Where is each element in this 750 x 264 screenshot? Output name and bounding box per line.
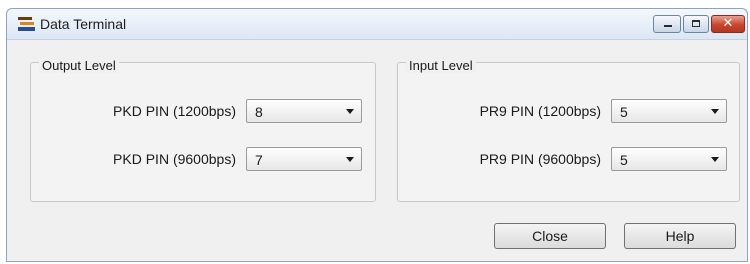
- dropdown-arrow-icon: [711, 109, 719, 114]
- pkd-pin-9600-label: PKD PIN (9600bps): [113, 151, 236, 167]
- pr9-pin-1200-label: PR9 PIN (1200bps): [479, 103, 601, 119]
- output-level-group: [30, 62, 376, 202]
- pkd-pin-1200-select[interactable]: 8: [246, 99, 362, 123]
- input-level-group: [397, 62, 740, 202]
- dropdown-arrow-icon: [346, 109, 354, 114]
- maximize-button[interactable]: [683, 15, 709, 33]
- pkd-pin-1200-value: 8: [255, 104, 263, 120]
- pkd-pin-9600-value: 7: [255, 152, 263, 168]
- minimize-button[interactable]: [653, 15, 681, 33]
- close-icon: ✕: [722, 15, 734, 30]
- input-level-legend: Input Level: [406, 58, 476, 73]
- dropdown-arrow-icon: [346, 157, 354, 162]
- pr9-pin-9600-label: PR9 PIN (9600bps): [479, 151, 601, 167]
- app-icon: [18, 17, 36, 31]
- pr9-pin-9600-value: 5: [620, 152, 628, 168]
- pr9-pin-9600-select[interactable]: 5: [611, 147, 727, 171]
- pkd-pin-1200-label: PKD PIN (1200bps): [113, 103, 236, 119]
- maximize-icon: [692, 20, 700, 27]
- window-title: Data Terminal: [40, 16, 127, 32]
- pr9-pin-1200-value: 5: [620, 104, 628, 120]
- close-button[interactable]: Close: [494, 223, 606, 249]
- title-bar[interactable]: Data Terminal ✕: [7, 9, 747, 40]
- pr9-pin-1200-select[interactable]: 5: [611, 99, 727, 123]
- window-close-button[interactable]: ✕: [711, 15, 745, 33]
- output-level-legend: Output Level: [39, 58, 119, 73]
- help-button[interactable]: Help: [624, 223, 736, 249]
- minimize-icon: [664, 25, 672, 27]
- pkd-pin-9600-select[interactable]: 7: [246, 147, 362, 171]
- dropdown-arrow-icon: [711, 157, 719, 162]
